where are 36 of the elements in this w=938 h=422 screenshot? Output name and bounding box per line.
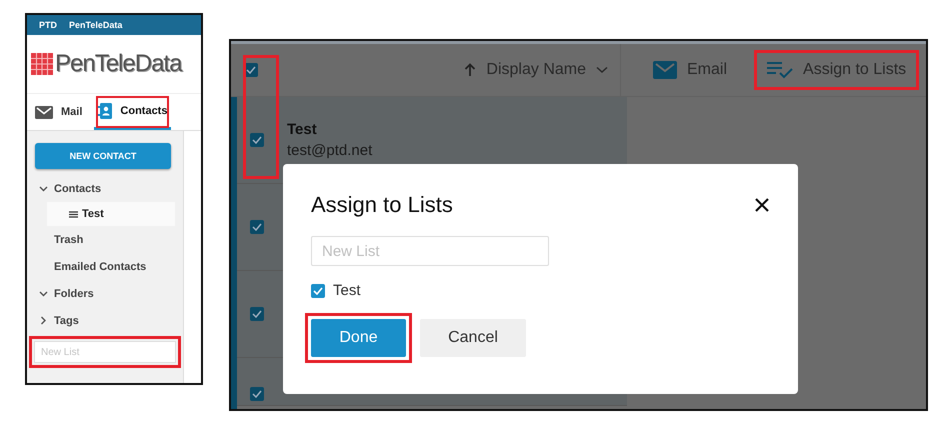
- mail-icon: [653, 61, 677, 79]
- chevron-down-icon[interactable]: [596, 66, 608, 74]
- tab[interactable]: Mail: [31, 94, 86, 130]
- logo-icon: [31, 53, 53, 75]
- logo-text: PenTeleData: [55, 50, 182, 78]
- tree-item[interactable]: Folders: [54, 288, 94, 300]
- tree-item[interactable]: Trash: [54, 234, 84, 246]
- tree-item[interactable]: Tags: [54, 314, 79, 326]
- list-icon: [69, 210, 78, 218]
- close-icon[interactable]: [754, 197, 770, 213]
- tree-item[interactable]: Emailed Contacts: [54, 260, 146, 272]
- contact-name: Test: [287, 121, 318, 138]
- top-bar-link[interactable]: PenTeleData: [69, 20, 122, 30]
- top-bar-link[interactable]: PTD: [39, 20, 57, 30]
- new-contact-button[interactable]: NEW CONTACT: [35, 143, 171, 169]
- row-checkbox[interactable]: [250, 220, 264, 234]
- done-button[interactable]: Done: [311, 319, 406, 357]
- new-list-field[interactable]: New List: [34, 341, 176, 363]
- chevron-right-icon[interactable]: [39, 316, 48, 325]
- contact-email: test@ptd.net: [287, 142, 372, 159]
- contact-card-icon: [98, 102, 112, 118]
- row-checkbox[interactable]: [250, 307, 264, 321]
- list-label: Test: [333, 282, 361, 299]
- list-check-icon: [767, 61, 794, 79]
- cancel-button[interactable]: Cancel: [420, 319, 526, 357]
- list-item[interactable]: Test: [47, 202, 175, 226]
- new-list-field[interactable]: New List: [311, 236, 549, 266]
- chevron-down-icon[interactable]: [39, 186, 48, 192]
- dialog-title: Assign to Lists: [311, 192, 453, 218]
- chevron-down-icon[interactable]: [39, 290, 48, 296]
- sort-up-icon[interactable]: [464, 63, 476, 77]
- row-checkbox[interactable]: [250, 387, 264, 401]
- tree-item[interactable]: Contacts: [54, 182, 102, 194]
- mail-icon: [35, 106, 53, 118]
- row-checkbox[interactable]: [250, 133, 264, 147]
- list-checkbox[interactable]: [311, 284, 325, 298]
